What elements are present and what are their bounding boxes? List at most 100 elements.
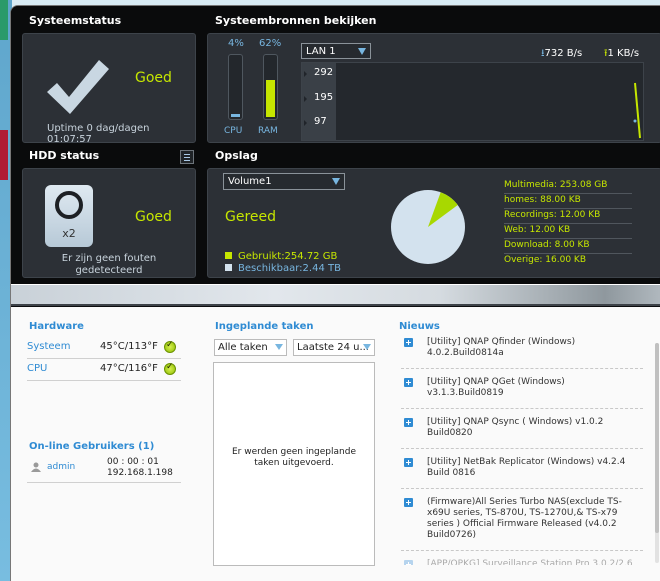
share-usage-item: Recordings: 12.00 KB [504, 209, 632, 224]
news-item[interactable]: [Utility] QNAP Qsync ( Windows) v1.0.2 B… [401, 409, 643, 449]
expand-plus-icon[interactable] [404, 338, 413, 347]
hdd-message: Er zijn geen fouten gedetecteerd [23, 253, 195, 277]
news-scrollbar-thumb[interactable] [655, 343, 659, 533]
news-scrollbar[interactable] [655, 343, 659, 563]
news-item[interactable]: [Utility] QNAP QGet (Windows) v3.1.3.Bui… [401, 369, 643, 409]
upload-series-line [634, 82, 641, 139]
available-legend-text: Beschikbaar:2.44 TB [238, 263, 341, 274]
resources-title: Systeembronnen bekijken [215, 14, 377, 27]
network-graph-lines [633, 82, 641, 139]
resources-panel: 4% 62% CPU RAM LAN 1 ⭳732 B/s ⭱1 KB/s 29… [207, 33, 660, 143]
user-ip: 192.168.1.198 [107, 468, 173, 478]
used-legend-text: Gebruikt:254.72 GB [238, 251, 338, 262]
download-rate-value: 732 B/s [544, 48, 583, 59]
network-interface-value: LAN 1 [306, 46, 336, 57]
share-usage-item: homes: 88.00 KB [504, 194, 632, 209]
hardware-name[interactable]: Systeem [27, 341, 70, 352]
used-legend: Gebruikt:254.72 GB [225, 251, 337, 262]
share-usage-list: Multimedia: 253.08 GB homes: 88.00 KB Re… [504, 179, 632, 269]
share-usage-item: Overige: 16.00 KB [504, 255, 586, 265]
hdd-message-line: gedetecteerd [75, 265, 143, 276]
network-interface-select[interactable]: LAN 1 [301, 43, 371, 59]
share-usage-item: Download: 8.00 KB [504, 239, 632, 254]
available-legend-swatch [225, 264, 232, 271]
expand-plus-icon[interactable] [404, 418, 413, 427]
hdd-list-view-button[interactable] [180, 150, 194, 164]
news-item[interactable]: (Firmware)All Series Turbo NAS(exclude T… [401, 489, 643, 551]
system-status-title: Systeemstatus [29, 14, 122, 27]
task-period-select[interactable]: Laatste 24 u... [293, 339, 375, 356]
download-rate: ⭳732 B/s [541, 46, 582, 63]
hardware-temperature: 45°C/113°F [100, 341, 158, 352]
scheduled-tasks-list: Er werden geen ingeplande taken uitgevoe… [213, 362, 375, 566]
hdd-message-line: Er zijn geen fouten [61, 253, 157, 264]
storage-title: Opslag [215, 149, 258, 162]
tasks-empty-message: Er werden geen ingeplande taken uitgevoe… [232, 447, 356, 468]
dropdown-arrow-icon [332, 178, 340, 185]
ram-percent: 62% [259, 38, 282, 49]
checkmark-icon [47, 60, 109, 114]
hardware-title: Hardware [29, 321, 84, 332]
news-item[interactable]: [APP/QPKG] Surveillance Station Pro 3.0.… [401, 551, 643, 565]
storage-status: Gereed [225, 209, 277, 225]
system-status-panel: Goed Uptime 0 dag/dagen 01:07:57 [22, 33, 196, 145]
expand-plus-icon[interactable] [404, 378, 413, 387]
dashboard-bottom-area: Hardware Systeem 45°C/113°F CPU 47°C/116… [11, 307, 660, 581]
hardware-row: Systeem 45°C/113°F [27, 337, 181, 359]
upload-rate-value: 1 KB/s [607, 48, 640, 59]
online-user-row: admin 00 : 00 : 01 192.168.1.198 [27, 457, 181, 483]
news-item-text[interactable]: [Utility] NetBak Replicator (Windows) v4… [427, 457, 625, 478]
storage-panel: Volume1 Gereed Gebruikt:254.72 GB Beschi… [207, 168, 660, 278]
task-filter-select[interactable]: Alle taken [214, 339, 287, 356]
desktop-icon[interactable] [0, 0, 8, 40]
cpu-usage-fill [231, 114, 240, 117]
section-divider-bar [11, 284, 660, 306]
task-filter-value: Alle taken [218, 342, 268, 353]
download-series-point [633, 119, 637, 123]
system-dashboard-window: Systeemstatus Goed Uptime 0 dag/dagen 01… [10, 5, 660, 581]
volume-select[interactable]: Volume1 [223, 173, 345, 190]
upload-rate: ⭱1 KB/s [604, 46, 639, 63]
share-usage-item: Web: 12.00 KB [504, 224, 632, 239]
ok-check-icon [164, 362, 176, 375]
system-status-value: Goed [135, 70, 172, 86]
user-name[interactable]: admin [47, 462, 75, 472]
expand-plus-icon[interactable] [404, 498, 413, 507]
cpu-usage-bar [228, 54, 243, 120]
disk-ring-icon [55, 191, 83, 219]
news-item-text[interactable]: [APP/QPKG] Surveillance Station Pro 3.0.… [427, 559, 633, 565]
desktop-icon[interactable] [0, 130, 8, 180]
network-graph: 292 195 97 [301, 62, 644, 141]
expand-plus-icon[interactable] [404, 560, 413, 565]
storage-pie-chart [391, 190, 465, 264]
uptime-text: Uptime 0 dag/dagen 01:07:57 [47, 123, 150, 145]
dropdown-arrow-icon [275, 344, 283, 350]
ram-usage-bar [263, 54, 278, 120]
share-usage-item: Multimedia: 253.08 GB [504, 179, 632, 194]
hardware-row: CPU 47°C/116°F [27, 359, 181, 381]
user-duration: 00 : 00 : 01 [107, 457, 159, 467]
news-list: [Utility] QNAP Qfinder (Windows) 4.0.2.B… [401, 329, 643, 565]
news-item-text[interactable]: (Firmware)All Series Turbo NAS(exclude T… [427, 497, 622, 540]
user-session-info: 00 : 00 : 01 192.168.1.198 [107, 457, 173, 479]
hdd-status-title: HDD status [29, 149, 100, 162]
cpu-percent: 4% [228, 38, 244, 49]
ram-label: RAM [258, 126, 278, 136]
news-item-text[interactable]: [Utility] QNAP QGet (Windows) v3.1.3.Bui… [427, 377, 565, 398]
news-item-text[interactable]: [Utility] QNAP Qfinder (Windows) 4.0.2.B… [427, 337, 575, 358]
cpu-label: CPU [224, 126, 243, 136]
dropdown-arrow-icon [358, 48, 366, 55]
hardware-temperature: 47°C/116°F [100, 363, 158, 374]
ok-check-icon [164, 340, 176, 353]
hdd-status-value: Goed [135, 209, 172, 225]
hardware-name[interactable]: CPU [27, 363, 47, 374]
news-item-text[interactable]: [Utility] QNAP Qsync ( Windows) v1.0.2 B… [427, 417, 603, 438]
hard-disk-icon: x2 [45, 185, 93, 247]
news-item[interactable]: [Utility] QNAP Qfinder (Windows) 4.0.2.B… [401, 329, 643, 369]
hdd-status-panel: x2 Goed Er zijn geen fouten gedetecteerd [22, 168, 196, 278]
news-item[interactable]: [Utility] NetBak Replicator (Windows) v4… [401, 449, 643, 489]
user-icon [31, 462, 41, 472]
disk-count: x2 [62, 227, 76, 240]
scheduled-tasks-title: Ingeplande taken [215, 321, 314, 332]
expand-plus-icon[interactable] [404, 458, 413, 467]
